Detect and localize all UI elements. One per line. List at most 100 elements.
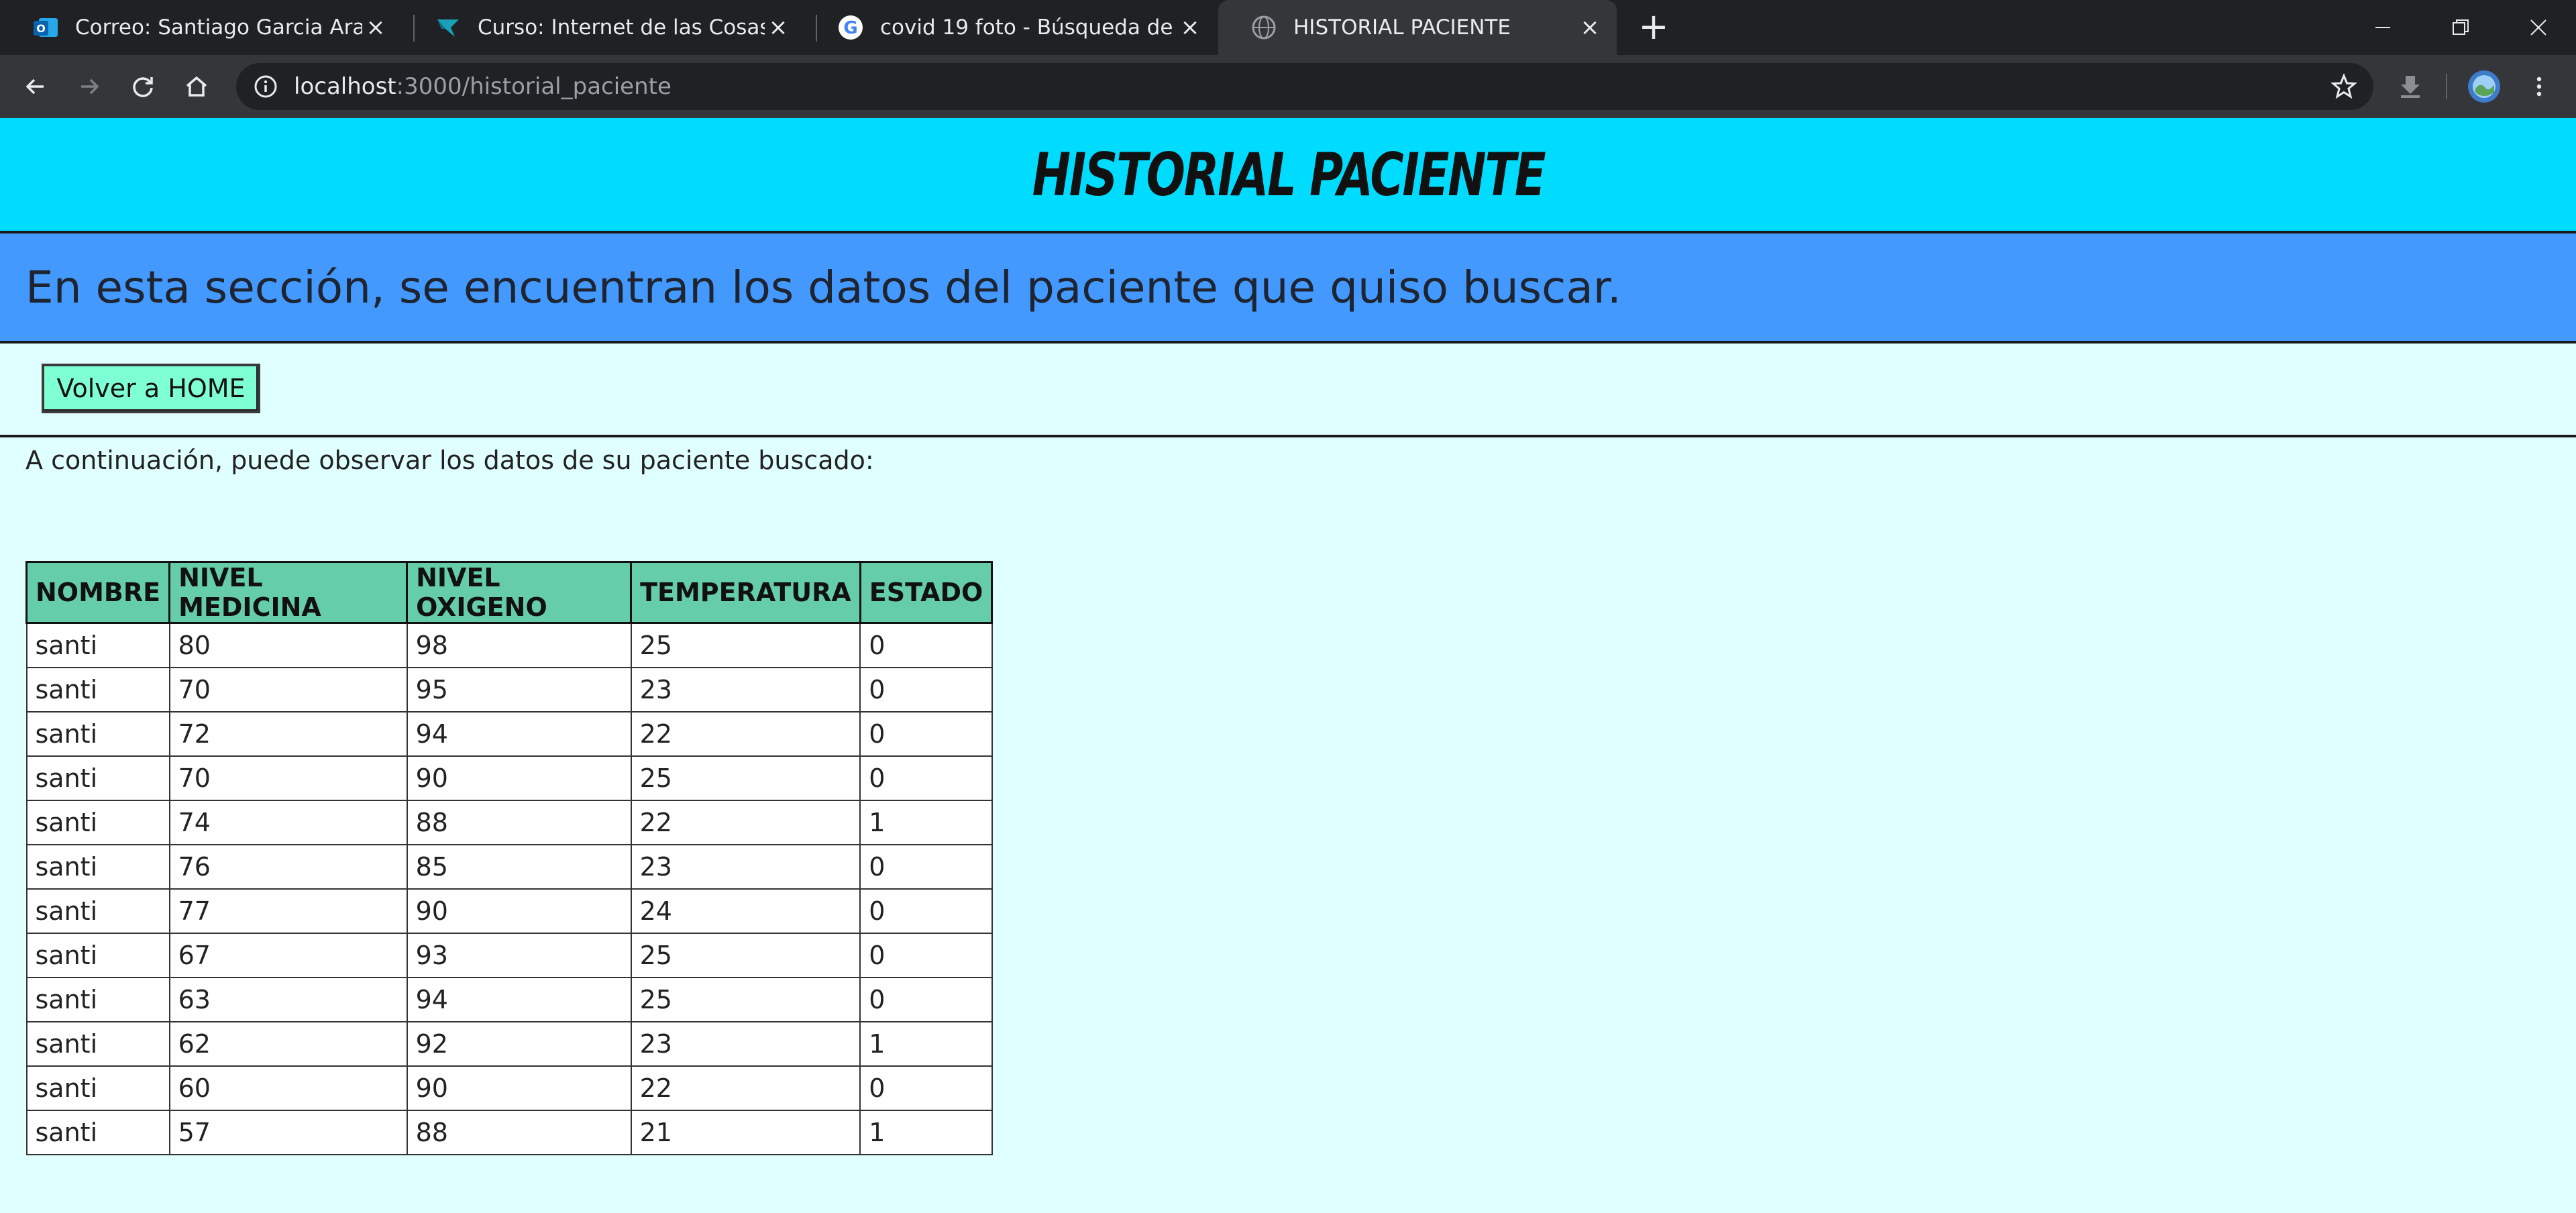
column-header-nombre: NOMBRE bbox=[25, 561, 171, 624]
table-cell: santi bbox=[25, 843, 170, 890]
table-cell: 25 bbox=[630, 932, 861, 978]
tab-strip: O Correo: Santiago Garcia Arango - × Cur… bbox=[0, 0, 2576, 55]
column-header-estado: ESTADO bbox=[859, 561, 994, 624]
table-cell: 90 bbox=[406, 888, 632, 934]
table-row: santi 70 90 25 0 bbox=[25, 755, 993, 801]
table-cell: 74 bbox=[168, 799, 408, 845]
browser-toolbar: localhost:3000/historial_paciente bbox=[0, 55, 2576, 118]
table-cell: 0 bbox=[859, 888, 993, 934]
tab-title: covid 19 foto - Búsqueda de Goo bbox=[880, 15, 1177, 40]
table-cell: 22 bbox=[630, 710, 861, 757]
table-row: santi 77 90 24 0 bbox=[25, 888, 993, 934]
info-icon[interactable] bbox=[251, 72, 280, 101]
table-cell: 25 bbox=[630, 755, 861, 801]
table-row: santi 76 85 23 0 bbox=[25, 843, 993, 890]
patient-history-table: NOMBRE NIVEL MEDICINA NIVEL OXIGENO TEMP… bbox=[25, 561, 994, 1155]
toolbar-divider bbox=[2446, 74, 2447, 99]
table-cell: 0 bbox=[859, 843, 993, 890]
table-cell: 23 bbox=[630, 666, 861, 713]
page-content: HISTORIAL PACIENTE En esta sección, se e… bbox=[0, 118, 2576, 1213]
table-cell: 23 bbox=[630, 1020, 861, 1067]
table-cell: 94 bbox=[406, 710, 632, 757]
new-tab-plus-icon[interactable]: + bbox=[1637, 9, 1670, 45]
table-cell: 80 bbox=[168, 622, 408, 668]
table-cell: 0 bbox=[859, 622, 993, 668]
table-cell: 88 bbox=[406, 1109, 632, 1155]
tab-curso[interactable]: Curso: Internet de las Cosas × bbox=[402, 0, 805, 55]
page-title: HISTORIAL PACIENTE bbox=[1032, 140, 1546, 209]
reload-icon[interactable] bbox=[126, 70, 160, 103]
table-cell: 0 bbox=[859, 932, 993, 978]
minimize-icon[interactable] bbox=[2345, 0, 2420, 55]
address-bar[interactable]: localhost:3000/historial_paciente bbox=[236, 63, 2373, 110]
table-cell: 0 bbox=[859, 755, 993, 801]
table-cell: 22 bbox=[630, 1065, 861, 1111]
table-cell: santi bbox=[25, 888, 170, 934]
back-arrow-icon[interactable] bbox=[19, 70, 52, 103]
tab-historial[interactable]: HISTORIAL PACIENTE × bbox=[1218, 0, 1617, 55]
table-cell: 85 bbox=[406, 843, 632, 890]
google-icon: G bbox=[837, 14, 864, 41]
table-header-row: NOMBRE NIVEL MEDICINA NIVEL OXIGENO TEMP… bbox=[25, 561, 994, 624]
table-cell: 72 bbox=[168, 710, 408, 757]
home-button[interactable]: Volver a HOME bbox=[42, 364, 260, 413]
tab-title: Correo: Santiago Garcia Arango - bbox=[75, 15, 362, 40]
download-icon[interactable] bbox=[2394, 70, 2427, 103]
tab-correo[interactable]: O Correo: Santiago Garcia Arango - × bbox=[0, 0, 402, 55]
table-cell: santi bbox=[25, 799, 170, 845]
table-cell: santi bbox=[25, 622, 170, 668]
table-row: santi 74 88 22 1 bbox=[25, 799, 993, 845]
bookmark-star-icon[interactable] bbox=[2329, 72, 2359, 101]
table-cell: 1 bbox=[859, 1020, 993, 1067]
table-cell: 57 bbox=[168, 1109, 408, 1155]
column-header-temperatura: TEMPERATURA bbox=[630, 561, 861, 624]
table-caption: A continuación, puede observar los datos… bbox=[25, 445, 874, 475]
close-icon[interactable]: × bbox=[1177, 14, 1203, 41]
table-row: santi 72 94 22 0 bbox=[25, 710, 993, 757]
restore-icon[interactable] bbox=[2423, 0, 2498, 55]
url-host: localhost bbox=[294, 73, 396, 100]
table-row: santi 63 94 25 0 bbox=[25, 976, 993, 1022]
table-cell: santi bbox=[25, 710, 170, 757]
profile-avatar-icon[interactable] bbox=[2467, 70, 2501, 103]
table-cell: santi bbox=[25, 976, 170, 1022]
table-cell: 1 bbox=[859, 799, 993, 845]
outlook-icon: O bbox=[32, 14, 59, 41]
url-text: localhost:3000/historial_paciente bbox=[294, 73, 672, 100]
column-header-nivel-oxigeno: NIVEL OXIGENO bbox=[406, 561, 633, 624]
table-cell: 22 bbox=[630, 799, 861, 845]
table-cell: 0 bbox=[859, 976, 993, 1022]
svg-text:G: G bbox=[843, 18, 857, 38]
home-icon[interactable] bbox=[180, 70, 213, 103]
column-header-nivel-medicina: NIVEL MEDICINA bbox=[168, 561, 409, 624]
table-cell: 0 bbox=[859, 666, 993, 713]
table-cell: 93 bbox=[406, 932, 632, 978]
tab-google[interactable]: G covid 19 foto - Búsqueda de Goo × bbox=[805, 0, 1217, 55]
close-icon[interactable]: × bbox=[1576, 14, 1603, 41]
table-cell: 98 bbox=[406, 622, 632, 668]
table-cell: 0 bbox=[859, 1065, 993, 1111]
close-icon[interactable]: × bbox=[362, 14, 389, 41]
table-cell: 90 bbox=[406, 1065, 632, 1111]
table-cell: 25 bbox=[630, 976, 861, 1022]
close-window-icon[interactable] bbox=[2501, 0, 2576, 55]
table-cell: 70 bbox=[168, 755, 408, 801]
table-cell: santi bbox=[25, 755, 170, 801]
table-cell: 67 bbox=[168, 932, 408, 978]
intro-text: En esta sección, se encuentran los datos… bbox=[25, 261, 1621, 313]
url-path: :3000/historial_paciente bbox=[396, 73, 672, 100]
table-row: santi 67 93 25 0 bbox=[25, 932, 993, 978]
globe-icon bbox=[1250, 14, 1277, 41]
table-cell: 94 bbox=[406, 976, 632, 1022]
close-icon[interactable]: × bbox=[765, 14, 792, 41]
table-cell: 62 bbox=[168, 1020, 408, 1067]
table-cell: 63 bbox=[168, 976, 408, 1022]
page-header: HISTORIAL PACIENTE bbox=[0, 118, 2576, 233]
forward-arrow-icon[interactable] bbox=[72, 70, 106, 103]
table-row: santi 60 90 22 0 bbox=[25, 1065, 993, 1111]
table-cell: 23 bbox=[630, 843, 861, 890]
table-row: santi 70 95 23 0 bbox=[25, 666, 993, 713]
menu-kebab-icon[interactable] bbox=[2522, 70, 2556, 103]
table-cell: 77 bbox=[168, 888, 408, 934]
table-cell: santi bbox=[25, 666, 170, 713]
